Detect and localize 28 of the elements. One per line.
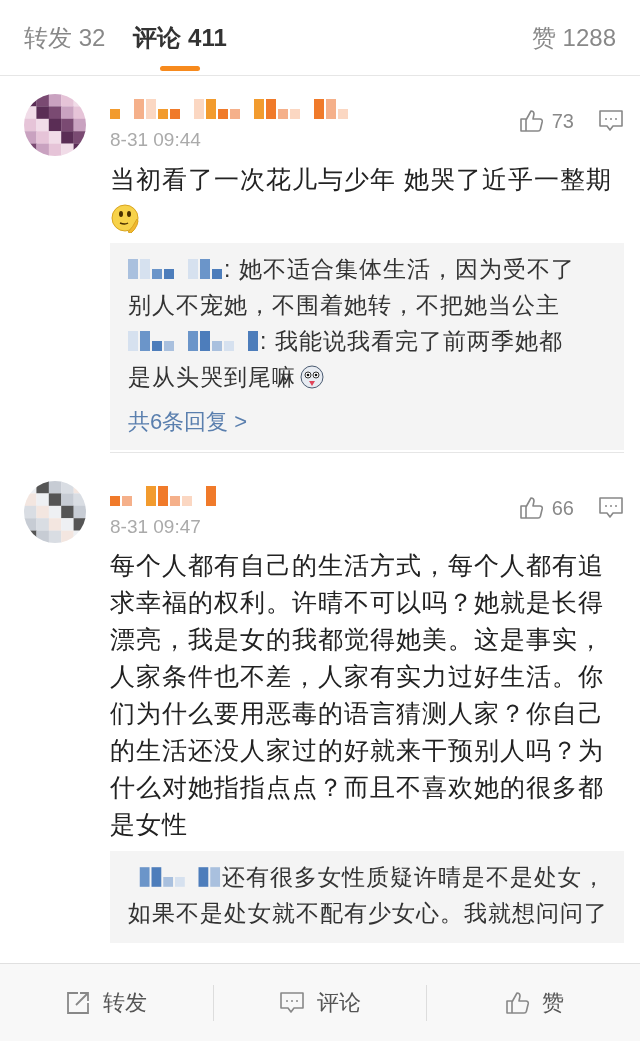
- reply-text: 如果不是处女就不配有少女心。我就想问问了: [128, 899, 608, 928]
- reply-text: 是从头哭到尾嘛: [128, 362, 296, 392]
- comment-text: 当初看了一次花儿与少年 她哭了近乎一整期: [110, 160, 615, 235]
- comment-icon[interactable]: [598, 108, 624, 134]
- share-icon: [65, 989, 92, 1016]
- thinking-emoji-icon: [110, 202, 140, 233]
- more-replies-link[interactable]: 共6条回复 >: [128, 404, 606, 438]
- comment-icon[interactable]: [598, 494, 624, 521]
- reply-text: : 她不适合集体生活，因为受不了: [224, 254, 575, 284]
- reply-text: 别人不宠她，不围着她转，不把她当公主: [128, 290, 560, 320]
- tab[interactable]: 转发 32: [24, 0, 106, 75]
- comment-icon: [279, 989, 305, 1016]
- like-button[interactable]: 赞: [427, 986, 640, 1019]
- like-button[interactable]: 66: [517, 492, 574, 523]
- comment-text: 每个人都有自己的生活方式，每个人都有追求幸福的权利。许晴不可以吗？她就是长得漂亮，我是女的我都觉得她美。这是事实，人家条件也不差，人家有实力过好生活。你们为什么要用恶毒的语言猜测人家？你自己的生活还没人家过的好就来干预别人吗？为什么对她指指点点？而且不喜欢她的很多都是女性: [110, 550, 605, 840]
- thumbs-up-icon: [517, 494, 544, 521]
- dog-emoji-icon: [300, 364, 324, 389]
- repost-button[interactable]: 转发: [0, 986, 213, 1019]
- thumbs-up-icon: [503, 989, 530, 1016]
- comment-button[interactable]: 评论: [213, 986, 427, 1019]
- timestamp: 8-31 09:44: [110, 128, 202, 152]
- tab[interactable]: 评论 411: [133, 0, 227, 75]
- reply-text: 还有很多女性质疑许晴是不是处女，: [222, 863, 606, 892]
- like-count-tab[interactable]: 赞 1288: [531, 19, 616, 56]
- reply-text: : 我能说我看完了前两季她都: [260, 326, 563, 356]
- like-button[interactable]: 73: [517, 106, 574, 136]
- timestamp: 8-31 09:47: [110, 514, 202, 539]
- thumbs-up-icon: [517, 108, 544, 134]
